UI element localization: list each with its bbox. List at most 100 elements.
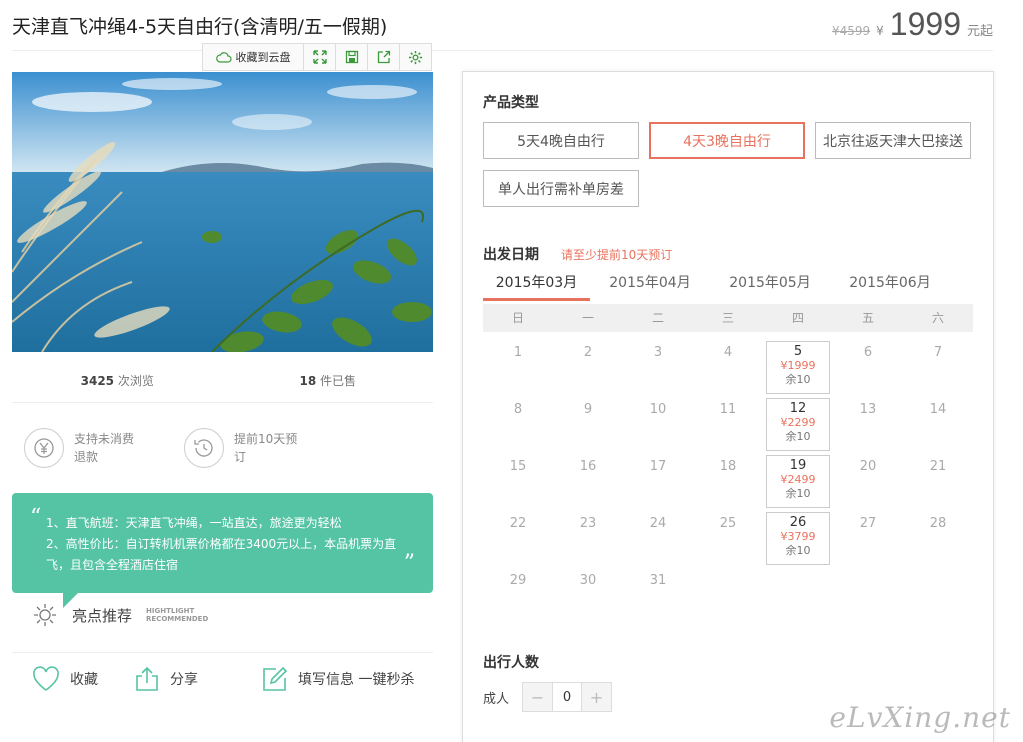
calendar-week-4: 22 23 24 25 26 ¥3799 余10 27 28 — [483, 512, 973, 569]
highlight-line-2: 2、高性价比：自订转机机票价格都在3400元以上，本品机票为直飞，且包含全程酒店… — [46, 537, 397, 572]
available-price: ¥1999 — [780, 359, 816, 372]
adult-label: 成人 — [483, 692, 510, 707]
available-price: ¥3799 — [780, 530, 816, 543]
available-day: 12 — [789, 401, 807, 416]
calendar-day: 7 — [933, 345, 943, 360]
feature-list: 支持未消费退款 提前10天预订 — [24, 428, 304, 468]
highlight-box: “ 1、直飞航班：天津直飞冲绳，一站直达，旅途更为轻松 2、高性价比：自订转机机… — [12, 493, 433, 593]
option-4d3n[interactable]: 4天3晚自由行 — [649, 122, 805, 159]
price-suffix: 元起 — [966, 24, 993, 39]
save-button[interactable] — [335, 44, 367, 70]
action-bar: 收藏 分享 填写信息 一键秒杀 — [32, 666, 414, 692]
feature-advance-booking: 提前10天预订 — [184, 428, 304, 468]
feature-advance-label: 提前10天预订 — [234, 432, 298, 464]
available-stock: 余10 — [785, 487, 811, 500]
calendar-day: 10 — [649, 402, 667, 417]
available-date-5[interactable]: 5 ¥1999 余10 — [766, 341, 830, 394]
calendar-day: 6 — [863, 345, 873, 360]
available-stock: 余10 — [785, 430, 811, 443]
calendar-day: 17 — [649, 459, 667, 474]
calendar-day: 4 — [723, 345, 733, 360]
calendar-day: 9 — [583, 402, 593, 417]
feature-refund-label: 支持未消费退款 — [74, 432, 135, 464]
calendar-day: 28 — [929, 516, 947, 531]
tab-month-2015-05[interactable]: 2015年05月 — [710, 272, 830, 301]
calendar-week-3: 15 16 17 18 19 ¥2499 余10 20 21 — [483, 455, 973, 512]
weekday-tue: 二 — [651, 311, 664, 325]
available-price: ¥2499 — [780, 473, 816, 486]
available-date-26[interactable]: 26 ¥3799 余10 — [766, 512, 830, 565]
view-count: 3425 次浏览 — [12, 372, 223, 389]
sold-count-value: 18 — [299, 374, 317, 388]
calendar-day: 21 — [929, 459, 947, 474]
calendar-day: 18 — [719, 459, 737, 474]
calendar-day: 24 — [649, 516, 667, 531]
view-count-label: 次浏览 — [117, 374, 154, 388]
watermark: eLvXing.net — [829, 701, 1011, 734]
available-date-12[interactable]: 12 ¥2299 余10 — [766, 398, 830, 451]
calendar-day: 16 — [579, 459, 597, 474]
heart-icon — [33, 666, 59, 691]
settings-button[interactable] — [399, 44, 431, 70]
weekday-fri: 五 — [861, 311, 874, 325]
available-price: ¥2299 — [780, 416, 816, 429]
calendar-day: 15 — [509, 459, 527, 474]
highlight-line-1: 1、直飞航班：天津直飞冲绳，一站直达，旅途更为轻松 — [46, 516, 342, 530]
save-to-cloud-button[interactable]: 收藏到云盘 — [203, 44, 303, 70]
available-stock: 余10 — [785, 544, 811, 557]
feature-refund: 支持未消费退款 — [24, 428, 144, 468]
calendar-day: 23 — [579, 516, 597, 531]
currency-symbol: ¥ — [876, 24, 884, 38]
decrement-button[interactable]: − — [523, 683, 553, 711]
price-box: ¥4599 ¥ 1999 元起 — [832, 6, 993, 43]
calendar-day: 27 — [859, 516, 877, 531]
option-5d4n[interactable]: 5天4晚自由行 — [483, 122, 639, 159]
favorite-label: 收藏 — [70, 672, 98, 688]
weekday-sun: 日 — [511, 311, 524, 325]
tab-month-2015-03[interactable]: 2015年03月 — [483, 272, 590, 301]
adult-count[interactable]: 0 — [553, 683, 581, 711]
save-icon — [345, 50, 358, 64]
calendar-day: 14 — [929, 402, 947, 417]
save-to-cloud-label: 收藏到云盘 — [235, 51, 291, 64]
image-toolbar: 收藏到云盘 — [202, 43, 432, 71]
stats-divider — [12, 402, 433, 403]
product-type-title: 产品类型 — [483, 95, 539, 111]
cloud-icon — [215, 52, 232, 63]
calendar-week-5: 29 30 31 — [483, 569, 973, 626]
tab-month-2015-06[interactable]: 2015年06月 — [830, 272, 950, 301]
weekday-wed: 三 — [721, 311, 734, 325]
available-day: 19 — [789, 458, 807, 473]
calendar-grid: 1 2 3 4 5 ¥1999 余10 6 7 8 9 10 11 12 ¥22… — [483, 341, 973, 626]
current-price: 1999 — [889, 6, 961, 42]
favorite-button[interactable]: 收藏 — [32, 666, 134, 692]
fill-info-label: 填写信息 一键秒杀 — [298, 672, 415, 688]
tab-month-2015-04[interactable]: 2015年04月 — [590, 272, 710, 301]
share-button[interactable]: 分享 — [134, 666, 262, 692]
increment-button[interactable]: + — [581, 683, 611, 711]
calendar-day: 31 — [649, 573, 667, 588]
available-stock: 余10 — [785, 373, 811, 386]
adult-quantity-stepper: − 0 + — [522, 682, 612, 712]
month-tabs: 2015年03月 2015年04月 2015年05月 2015年06月 — [483, 272, 973, 301]
title-divider — [12, 50, 993, 51]
product-title: 天津直飞冲绳4-5天自由行(含清明/五一假期) — [12, 16, 388, 38]
fill-info-button[interactable]: 填写信息 一键秒杀 — [262, 666, 414, 692]
highlight-en-line-2: RECOMMENDED — [146, 615, 209, 623]
share-label: 分享 — [170, 672, 198, 688]
calendar-day: 30 — [579, 573, 597, 588]
calendar-day: 20 — [859, 459, 877, 474]
clock-icon — [184, 428, 224, 468]
share-icon — [136, 666, 158, 691]
share-out-button[interactable] — [367, 44, 399, 70]
option-single-supplement[interactable]: 单人出行需补单房差 — [483, 170, 639, 207]
calendar-week-1: 1 2 3 4 5 ¥1999 余10 6 7 — [483, 341, 973, 398]
weekday-mon: 一 — [581, 311, 594, 325]
highlight-en-line-1: HIGHTLIGHT — [146, 607, 195, 615]
expand-icon — [312, 50, 327, 64]
close-quote-icon: ” — [403, 551, 415, 576]
option-bus-transfer[interactable]: 北京往返天津大巴接送 — [815, 122, 971, 159]
expand-button[interactable] — [303, 44, 335, 70]
calendar-day: 1 — [513, 345, 523, 360]
available-date-19[interactable]: 19 ¥2499 余10 — [766, 455, 830, 508]
